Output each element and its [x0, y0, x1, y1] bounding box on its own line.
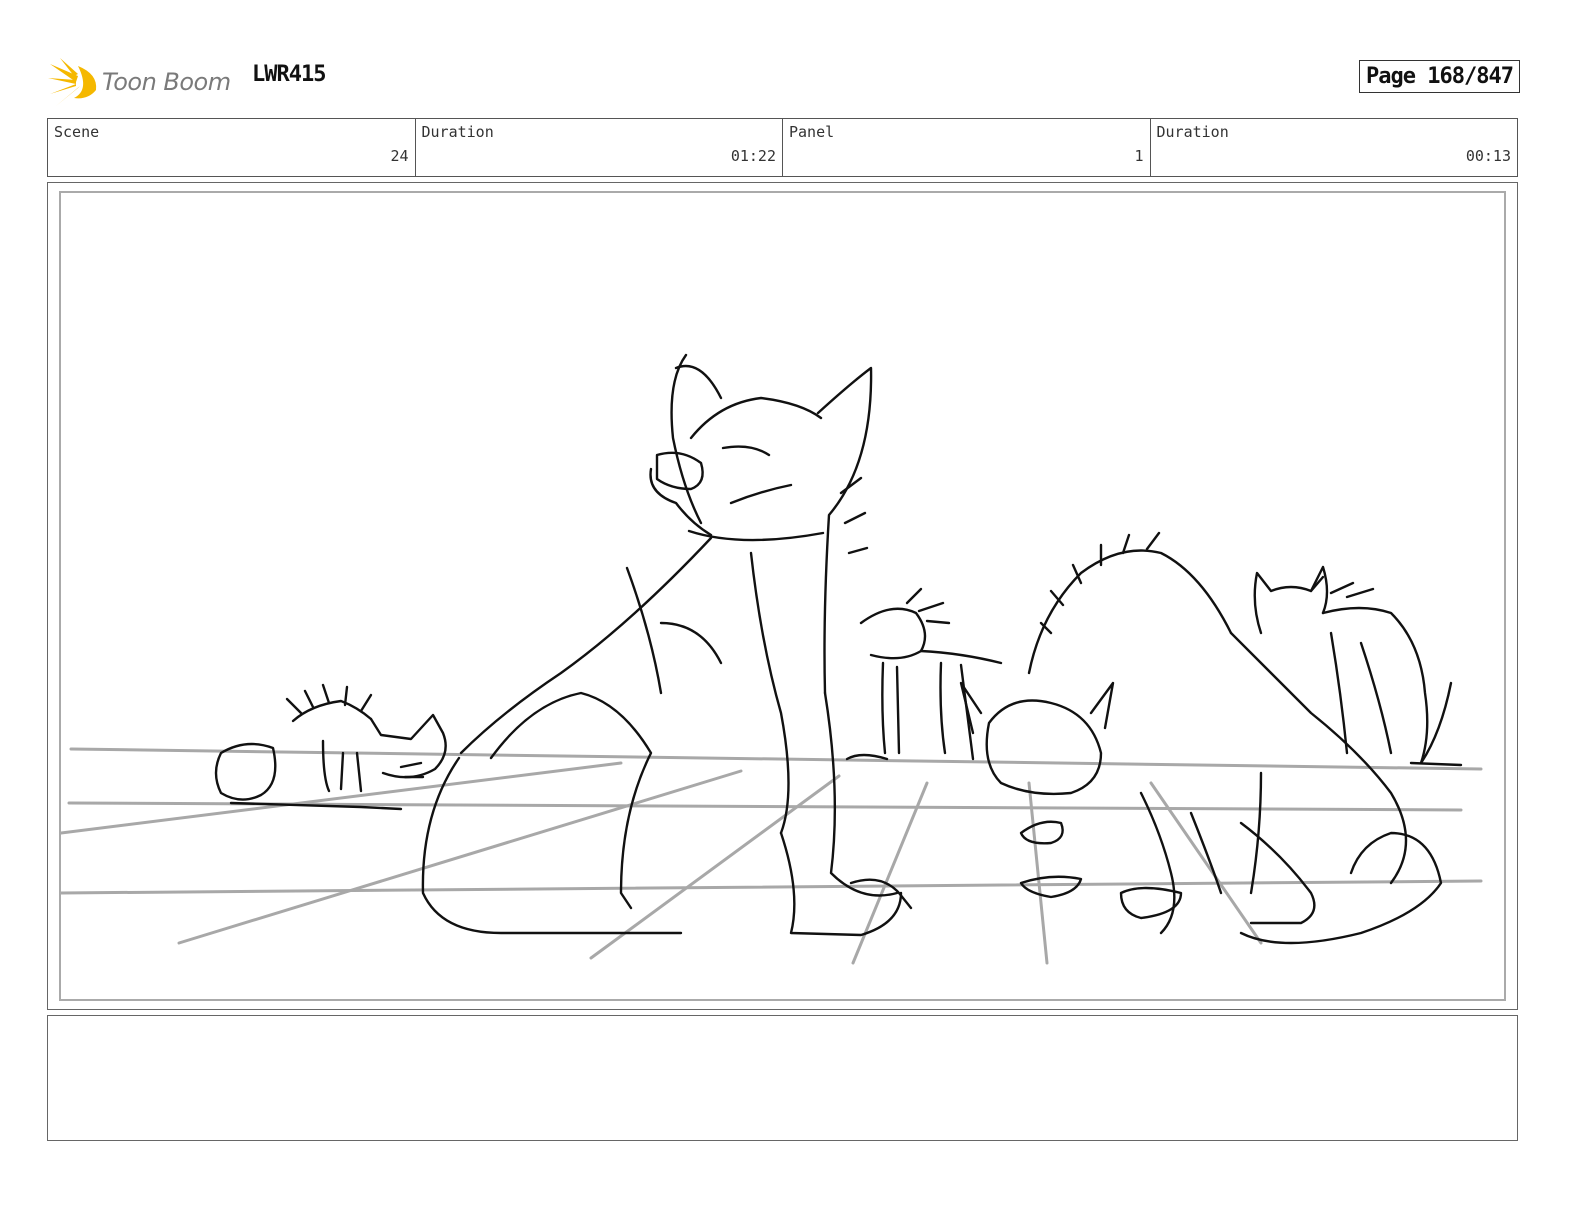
scene-value: 24 — [390, 147, 409, 165]
panel-notes-box[interactable] — [47, 1015, 1518, 1141]
page-number: Page 168/847 — [1359, 60, 1520, 93]
page-header: Toon Boom LWR415 Page 168/847 — [48, 52, 1520, 108]
sun-burst-logo-icon — [48, 58, 97, 106]
panel-label: Panel — [789, 123, 835, 141]
scene-cell: Scene 24 — [48, 119, 416, 176]
character-sketches — [214, 353, 1463, 945]
storyboard-sketch — [61, 353, 1483, 965]
toon-boom-logo: Toon Boom — [48, 56, 240, 108]
storyboard-panel-frame — [47, 182, 1518, 1010]
scene-duration-cell: Duration 01:22 — [416, 119, 783, 176]
storyboard-panel-image[interactable] — [59, 191, 1506, 1001]
scene-duration-label: Duration — [421, 123, 494, 141]
panel-duration-value: 00:13 — [1465, 147, 1511, 165]
panel-info-bar: Scene 24 Duration 01:22 Panel 1 Duration… — [47, 118, 1518, 177]
scene-label: Scene — [54, 123, 100, 141]
logo-text: Toon Boom — [102, 68, 231, 96]
panel-duration-cell: Duration 00:13 — [1151, 119, 1518, 176]
scene-duration-value: 01:22 — [730, 147, 776, 165]
panel-duration-label: Duration — [1156, 123, 1229, 141]
panel-value: 1 — [1134, 147, 1144, 165]
panel-cell: Panel 1 — [783, 119, 1151, 176]
project-code: LWR415 — [252, 62, 326, 87]
